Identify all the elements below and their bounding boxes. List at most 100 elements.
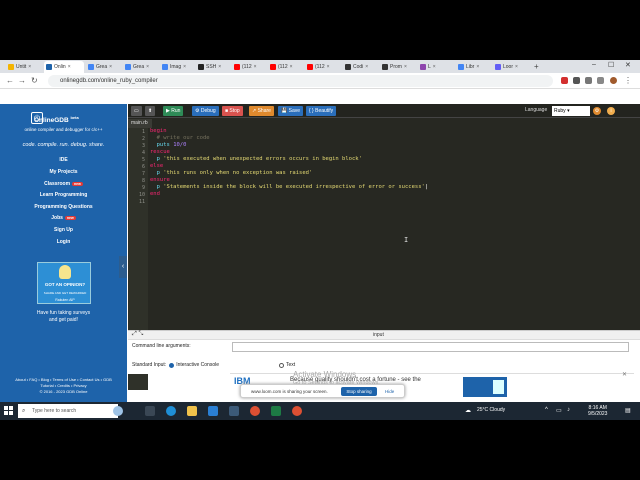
settings-icon[interactable]: ⚙ <box>593 107 601 115</box>
side-panel-icon[interactable] <box>597 77 604 84</box>
tab-7[interactable]: (112 × <box>268 61 304 73</box>
task-view-icon[interactable] <box>145 406 155 416</box>
back-icon[interactable]: ← <box>6 76 14 85</box>
close-icon[interactable]: × <box>433 64 436 70</box>
close-icon[interactable]: × <box>254 64 257 70</box>
new-tab-icon[interactable]: + <box>534 62 539 71</box>
profile-avatar[interactable] <box>610 77 617 84</box>
excel-icon[interactable] <box>271 406 281 416</box>
file-explorer-icon[interactable] <box>187 406 197 416</box>
sidebar-item-programming-questions[interactable]: Programming Questions <box>0 204 127 210</box>
resize-arrows-icon[interactable]: ⤢ ⤡ <box>132 331 143 338</box>
sidebar-item-sign-up[interactable]: Sign Up <box>0 227 127 233</box>
notifications-icon[interactable]: ▤ <box>625 407 631 414</box>
maximize-icon[interactable]: ☐ <box>608 61 614 69</box>
close-icon[interactable]: × <box>476 64 479 70</box>
minimize-icon[interactable]: – <box>592 61 596 68</box>
sidebar-ad-area: GOT AN OPINION? SHARE AND GET REWARDED R… <box>0 250 127 374</box>
tab-1[interactable]: Onlin × <box>44 61 84 73</box>
store-icon[interactable] <box>208 406 218 416</box>
window-close-icon[interactable]: ✕ <box>625 61 631 69</box>
sidebar-item-classroom[interactable]: Classroom new <box>0 181 127 187</box>
sidebar-item-my-projects[interactable]: My Projects <box>0 169 127 175</box>
extension-icon[interactable] <box>561 77 568 84</box>
close-icon[interactable]: × <box>218 64 221 70</box>
close-icon[interactable]: ✕ <box>622 371 627 378</box>
beautify-button[interactable]: { } Beautify <box>306 106 337 116</box>
share-button[interactable]: ↗ Share <box>249 106 274 116</box>
brand-logo[interactable]: OnlineGDB beta <box>34 115 79 124</box>
weather-text[interactable]: 25°C Cloudy <box>477 407 505 413</box>
tab-favicon <box>420 64 426 70</box>
tab-2[interactable]: Grea × <box>86 61 122 73</box>
tab-11[interactable]: L × <box>418 61 454 73</box>
new-file-icon[interactable]: ▭ <box>131 106 142 116</box>
sidebar-item-login[interactable]: Login <box>0 239 127 245</box>
close-icon[interactable]: × <box>68 64 71 70</box>
hide-button[interactable]: Hide <box>385 389 394 394</box>
clock[interactable]: 8:16 AM 9/5/2023 <box>588 405 607 417</box>
tab-13[interactable]: Loor × <box>493 61 529 73</box>
language-select[interactable]: Ruby ▾ <box>552 106 590 116</box>
windows-start-icon[interactable] <box>4 406 14 416</box>
tab-12[interactable]: Libr × <box>456 61 492 73</box>
edge-icon[interactable] <box>166 406 176 416</box>
sidebar-ad[interactable]: GOT AN OPINION? SHARE AND GET REWARDED R… <box>37 262 91 304</box>
ad-caption[interactable]: Have fun taking surveys and get paid! <box>0 310 127 324</box>
reload-icon[interactable]: ↻ <box>31 76 38 85</box>
close-icon[interactable]: × <box>404 64 407 70</box>
tab-8[interactable]: (112 × <box>305 61 341 73</box>
interactive-console-radio[interactable] <box>169 362 175 368</box>
code-line: p 'this runs only when no exception was … <box>150 170 313 176</box>
sidebar-item-learn-programming[interactable]: Learn Programming <box>0 192 127 198</box>
tab-9[interactable]: Codi × <box>343 61 379 73</box>
extensions-puzzle-icon[interactable] <box>573 77 580 84</box>
debug-button[interactable]: ⚙ Debug <box>192 106 219 116</box>
close-icon[interactable]: × <box>109 64 112 70</box>
close-icon[interactable]: × <box>146 64 149 70</box>
close-icon[interactable]: × <box>183 64 186 70</box>
network-icon[interactable]: ▭ <box>556 407 562 414</box>
cmd-args-input[interactable] <box>232 342 629 352</box>
tab-10[interactable]: Prom × <box>380 61 416 73</box>
sidebar-item-jobs[interactable]: Jobs new <box>0 215 127 221</box>
menu-icon[interactable]: ⋮ <box>624 76 632 85</box>
chrome-icon[interactable] <box>292 406 302 416</box>
tab-5[interactable]: SSH × <box>196 61 232 73</box>
close-icon[interactable]: × <box>515 64 518 70</box>
close-icon[interactable]: × <box>365 64 368 70</box>
sidebar-item-label: Classroom <box>44 181 71 187</box>
taskbar-search-input[interactable]: ⌕ Type here to search <box>18 404 118 418</box>
chrome-icon[interactable] <box>250 406 260 416</box>
run-button[interactable]: ▶ Run <box>163 106 184 116</box>
code-editor[interactable]: begin # write our code puts 10/0 rescue … <box>128 128 640 330</box>
close-icon[interactable]: × <box>290 64 293 70</box>
close-icon[interactable]: × <box>327 64 330 70</box>
stop-sharing-button[interactable]: Stop sharing <box>341 387 377 396</box>
save-button[interactable]: 💾 Save <box>278 106 304 116</box>
volume-icon[interactable]: ♪ <box>567 407 570 413</box>
sidebar-item-label: My Projects <box>49 169 78 175</box>
sidebar-item-ide[interactable]: IDE <box>0 157 127 163</box>
close-icon[interactable]: × <box>28 64 31 70</box>
tab-3[interactable]: Grea × <box>123 61 159 73</box>
cortana-icon[interactable] <box>113 406 123 416</box>
tray-chevron-icon[interactable]: ^ <box>545 407 548 413</box>
collapse-sidebar-button[interactable]: ‹ <box>119 256 127 278</box>
tab-0[interactable]: Untit × <box>6 61 42 73</box>
forward-icon[interactable]: → <box>18 76 26 85</box>
info-icon[interactable]: i <box>607 107 615 115</box>
app-icon[interactable] <box>229 406 239 416</box>
interactive-console-label: Interactive Console <box>176 362 220 368</box>
stdin-options: Standard Input: Interactive Console Text <box>132 362 295 368</box>
tab-4[interactable]: Imag × <box>160 61 196 73</box>
sidebar-item-label: Login <box>56 239 71 245</box>
upload-icon[interactable]: ⬆ <box>145 106 156 116</box>
stop-button[interactable]: ■ Stop <box>222 106 243 116</box>
url-input[interactable]: onlinegdb.com/online_ruby_compiler <box>48 75 553 87</box>
file-tab[interactable]: main.rb <box>128 119 152 128</box>
tab-6[interactable]: (112 × <box>232 61 268 73</box>
extension-icon[interactable] <box>585 77 592 84</box>
text-radio[interactable] <box>279 362 285 368</box>
sidebar-footer: About • FAQ • Blog • Terms of Use • Cont… <box>0 374 127 402</box>
